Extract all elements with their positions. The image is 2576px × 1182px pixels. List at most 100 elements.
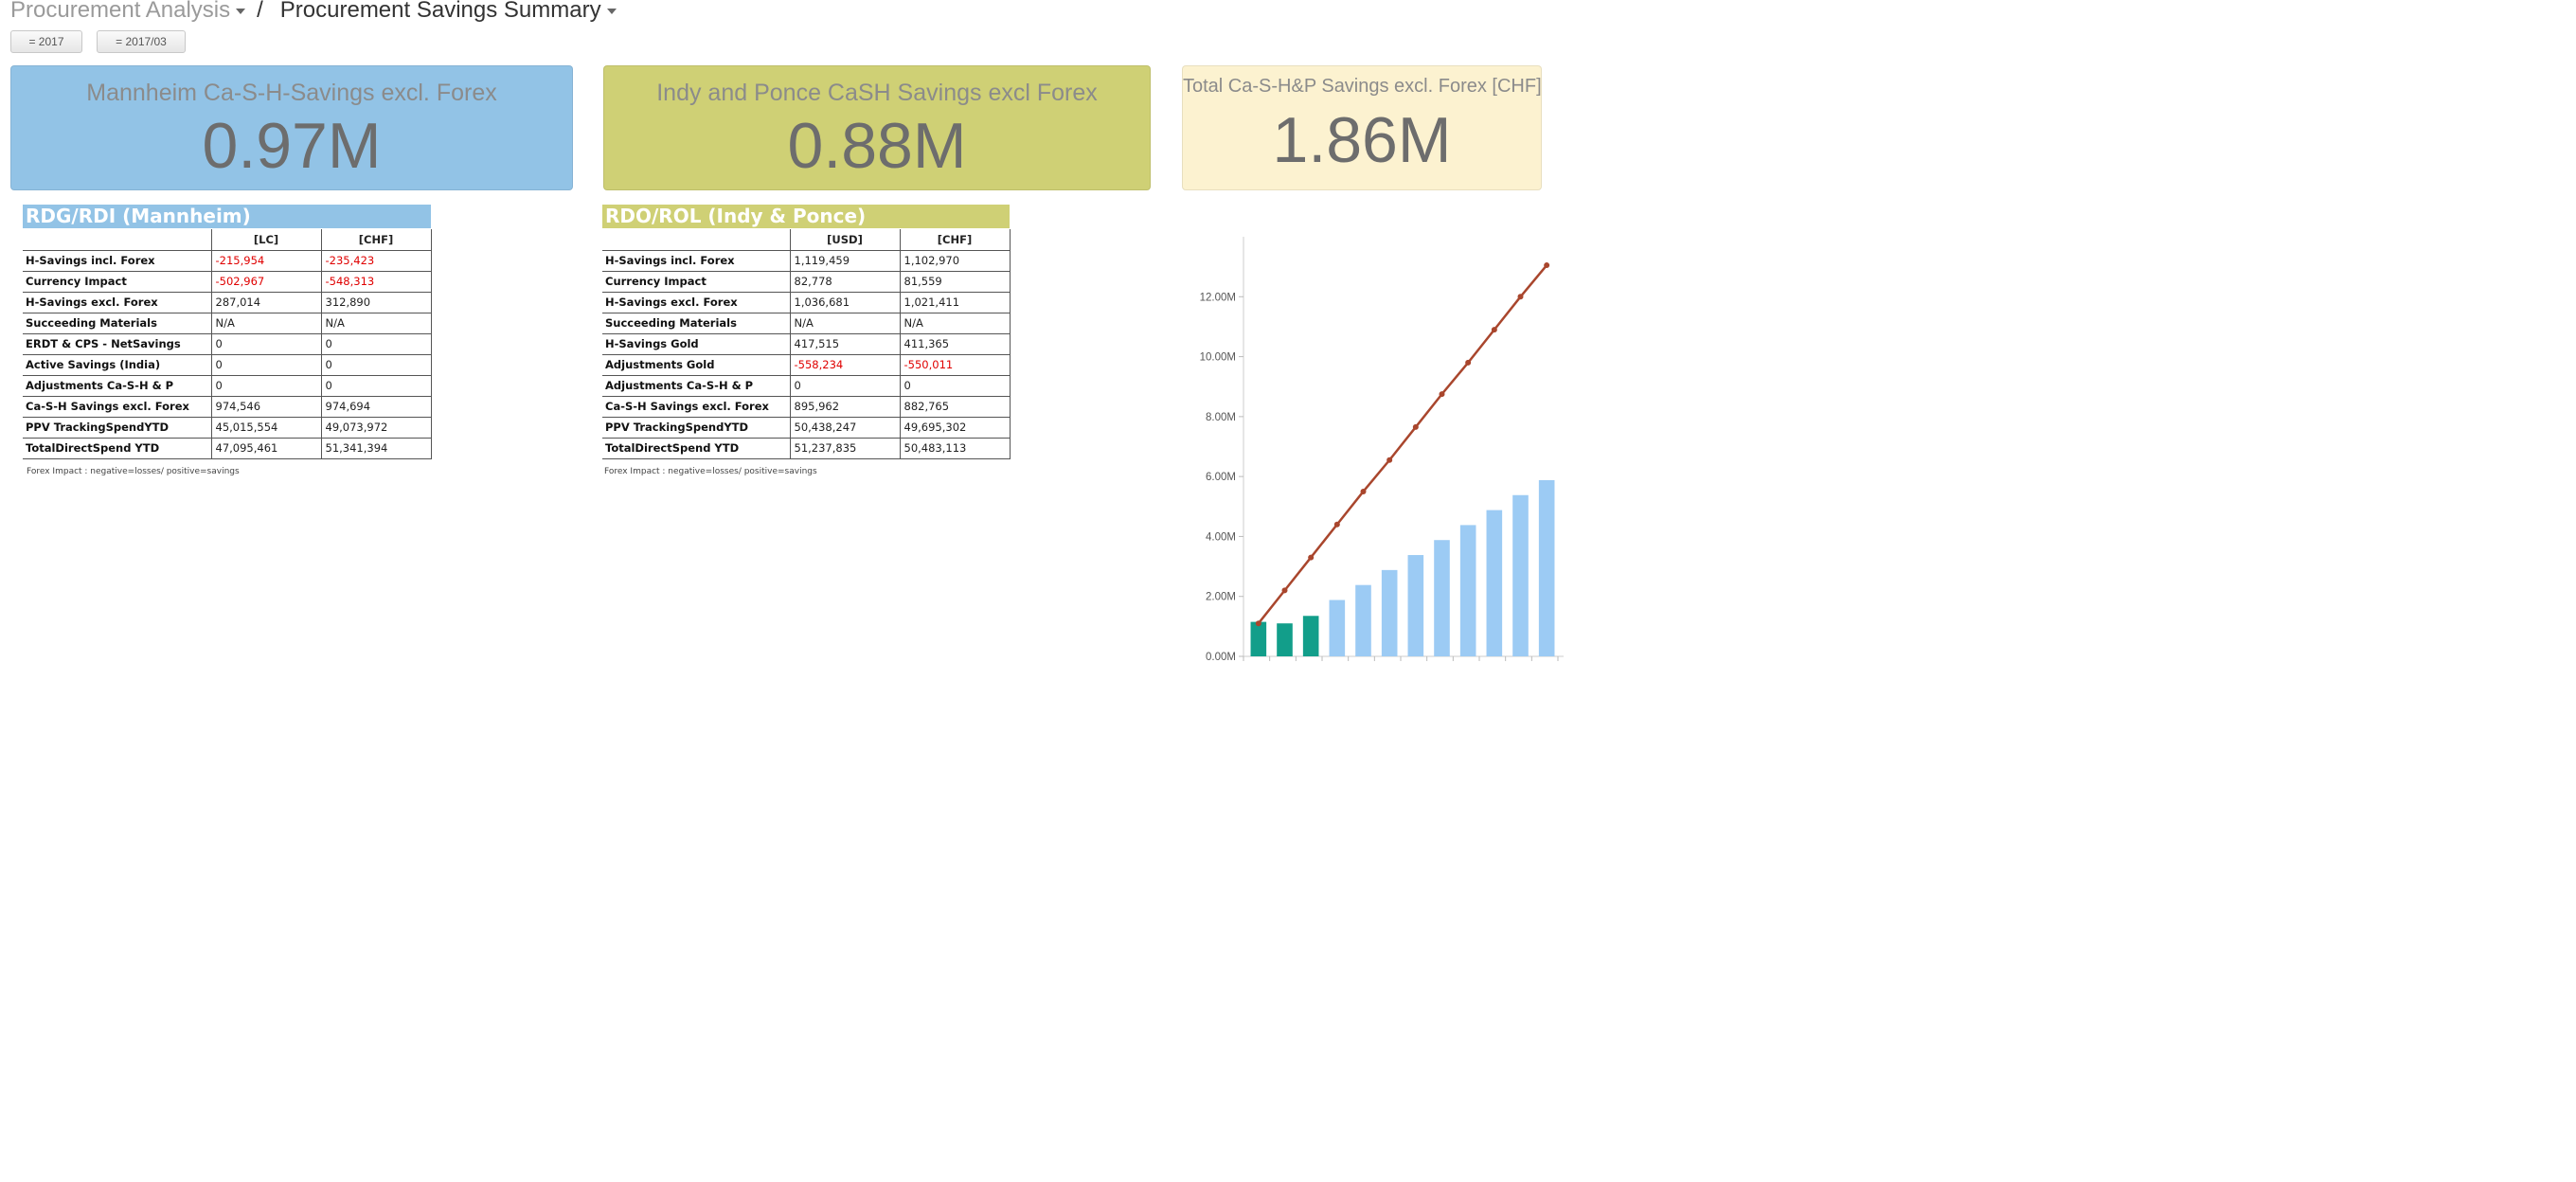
chart-bar[interactable] [1486,510,1503,656]
cell-value-2: 1,021,411 [899,291,1011,313]
row-label: TotalDirectSpend YTD [602,437,791,459]
chart-bar[interactable] [1381,569,1398,656]
cell-value-2: 50,483,113 [899,437,1011,459]
chart-line-point[interactable] [1491,327,1497,333]
cell-value-2: -550,011 [899,353,1011,376]
chart-line-point[interactable] [1281,587,1288,594]
cell-value-1: 974,546 [210,395,322,418]
chart-line-point[interactable] [1412,423,1419,430]
row-label: H-Savings excl. Forex [602,291,791,313]
row-label: Currency Impact [23,270,212,293]
cell-value-1: 47,095,461 [210,437,322,459]
column-header-chf: [CHF] [899,229,1011,251]
cell-value-1: N/A [789,312,901,334]
filter-year-button[interactable]: = 2017 [10,30,82,53]
row-label: Ca-S-H Savings excl. Forex [602,395,791,418]
row-label: TotalDirectSpend YTD [23,437,212,459]
table-row: ERDT & CPS - NetSavings 0 0 [23,332,432,355]
savings-chart[interactable]: 0.00M 2.00M 4.00M 6.00M 8.00M 10.00M 12.00M [1174,227,1572,663]
cell-value-2: 49,073,972 [320,416,432,439]
cell-value-2: 0 [320,374,432,397]
table-row: H-Savings Gold 417,515 411,365 [602,332,1011,355]
cell-value-2: 0 [320,353,432,376]
chart-bar[interactable] [1329,600,1346,656]
chart-bar[interactable] [1434,540,1450,656]
row-label: PPV TrackingSpendYTD [23,416,212,439]
y-tick-label: 2.00M [1206,592,1236,603]
row-label: H-Savings Gold [602,332,791,355]
table-row: TotalDirectSpend YTD 51,237,835 50,483,113 [602,437,1011,459]
breadcrumb-current[interactable]: Procurement Savings Summary [280,0,617,24]
row-label: Ca-S-H Savings excl. Forex [23,395,212,418]
cell-value-1: 0 [210,374,322,397]
row-label: Succeeding Materials [23,312,212,334]
column-header-chf: [CHF] [320,229,432,251]
table-row: Active Savings (India) 0 0 [23,353,432,376]
cell-value-1: 0 [789,374,901,397]
table-row: Adjustments Gold -558,234 -550,011 [602,353,1011,376]
kpi-value: 1.86M [1272,104,1452,176]
table-row: Ca-S-H Savings excl. Forex 974,546 974,694 [23,395,432,418]
chart-line-point[interactable] [1308,554,1315,561]
breadcrumb-root[interactable]: Procurement Analysis [10,0,246,24]
cell-value-1: -558,234 [789,353,901,376]
cell-value-2: -235,423 [320,249,432,272]
breadcrumb: Procurement Analysis / Procurement Savin… [10,0,617,27]
row-label: Succeeding Materials [602,312,791,334]
filter-period-button[interactable]: = 2017/03 [97,30,186,53]
chevron-down-icon[interactable] [606,8,617,14]
row-label: Adjustments Gold [602,353,791,376]
table-row: H-Savings excl. Forex 287,014 312,890 [23,291,432,313]
y-tick-label: 8.00M [1206,412,1236,423]
chart-line-point[interactable] [1465,359,1472,366]
y-tick-label: 10.00M [1200,352,1236,364]
kpi-title: Mannheim Ca-S-H-Savings excl. Forex [86,80,497,106]
breadcrumb-separator: / [257,0,263,23]
table-row: Currency Impact -502,967 -548,313 [23,270,432,293]
cell-value-2: N/A [899,312,1011,334]
kpi-total-tile[interactable]: Total Ca-S-H&P Savings excl. Forex [CHF]… [1182,65,1542,190]
chart-bar[interactable] [1250,621,1267,656]
row-label: H-Savings incl. Forex [602,249,791,272]
chart-bar[interactable] [1538,479,1555,656]
chart-bar[interactable] [1407,555,1424,656]
row-label: H-Savings excl. Forex [23,291,212,313]
column-header-usd: [USD] [789,229,901,251]
cell-value-1: 417,515 [789,332,901,355]
chart-line-series [1257,264,1548,624]
mannheim-table-block: RDG/RDI (Mannheim) [LC] [CHF] H-Savings … [23,205,432,476]
chart-bar[interactable] [1459,525,1476,656]
cell-value-2: 51,341,394 [320,437,432,459]
kpi-indy-ponce-tile[interactable]: Indy and Ponce CaSH Savings excl Forex 0… [603,65,1151,190]
indy-table-title: RDO/ROL (Indy & Ponce) [602,205,1010,228]
cell-value-1: 82,778 [789,270,901,293]
chart-line-point[interactable] [1439,391,1445,398]
kpi-mannheim-tile[interactable]: Mannheim Ca-S-H-Savings excl. Forex 0.97… [10,65,573,190]
cell-value-1: 50,438,247 [789,416,901,439]
y-tick-label: 4.00M [1206,531,1236,543]
chevron-down-icon[interactable] [236,8,246,14]
cell-value-2: 974,694 [320,395,432,418]
table-header-blank [602,229,790,251]
cell-value-1: -502,967 [210,270,322,293]
cell-value-2: 312,890 [320,291,432,313]
table-row: PPV TrackingSpendYTD 50,438,247 49,695,302 [602,416,1011,439]
chart-bar[interactable] [1277,623,1293,656]
cell-value-1: N/A [210,312,322,334]
chart-line-point[interactable] [1386,457,1393,463]
chart-bar[interactable] [1355,584,1371,656]
chart-bar[interactable] [1512,494,1529,656]
chart-bar[interactable] [1302,616,1319,656]
cell-value-1: -215,954 [210,249,322,272]
cell-value-2: 0 [320,332,432,355]
row-label: Active Savings (India) [23,353,212,376]
chart-line-point[interactable] [1255,620,1261,627]
chart-line-point[interactable] [1360,488,1367,494]
table-row: Adjustments Ca-S-H & P00 [23,374,432,397]
chart-line-point[interactable] [1544,262,1550,269]
cell-value-1: 895,962 [789,395,901,418]
cell-value-1: 0 [210,332,322,355]
table-row: Succeeding Materials N/A N/A [23,312,432,334]
chart-line-point[interactable] [1333,521,1340,528]
chart-line-point[interactable] [1517,294,1524,300]
